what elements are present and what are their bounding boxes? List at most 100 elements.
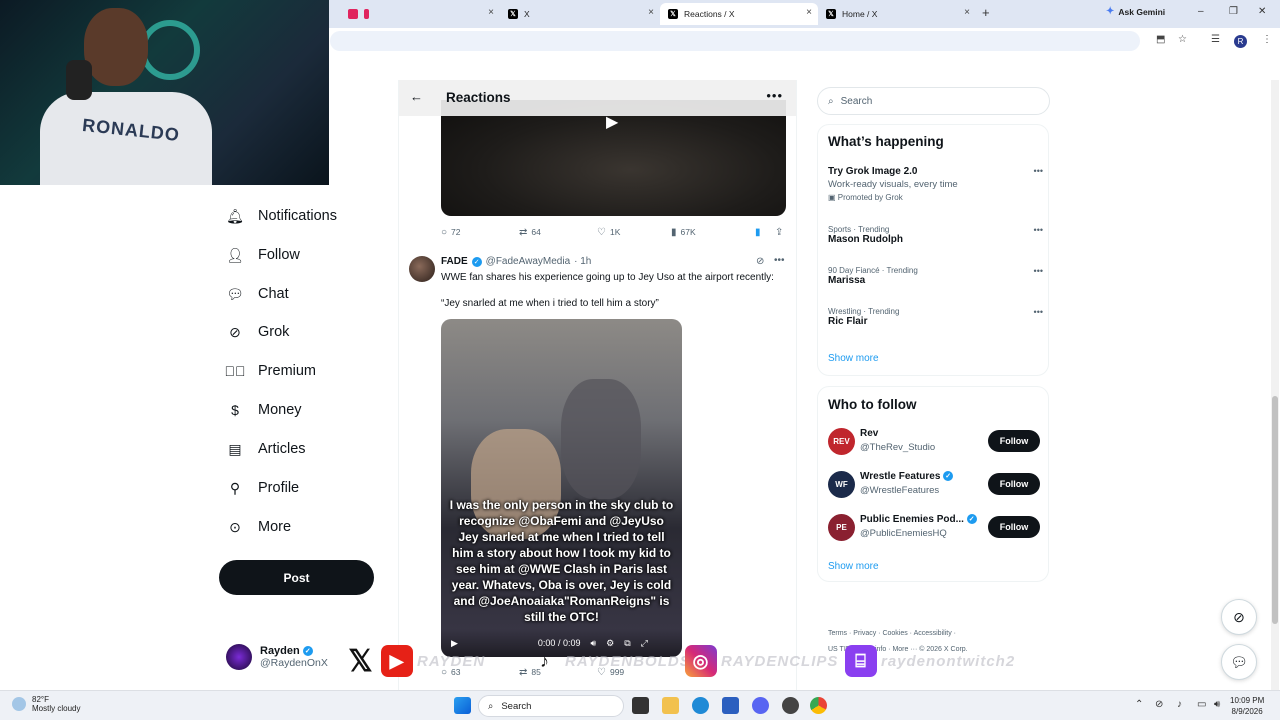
discord-icon[interactable] [752,697,769,714]
follow-button[interactable]: Follow [988,516,1040,538]
more-options-icon[interactable]: ••• [1034,166,1043,176]
nav-item-money[interactable]: $ Money [226,398,301,422]
tab-close-icon[interactable]: × [806,7,812,18]
nav-item-grok[interactable]: ⊘ Grok [226,320,289,344]
nav-item-chat[interactable]: 💬︎ Chat [226,282,289,306]
gemini-icon: ✦ [1106,6,1115,17]
reading-list-icon[interactable]: ☰ [1211,34,1220,45]
post-button[interactable]: Post [219,560,374,595]
windows-start-icon[interactable] [454,697,471,714]
weather-widget[interactable]: 82°F Mostly cloudy [12,695,80,713]
follow-button[interactable]: Follow [988,473,1040,495]
maximize-button[interactable]: ❐ [1229,6,1238,17]
back-arrow-icon[interactable]: ← [410,89,423,104]
show-more-link[interactable]: Show more [828,561,879,572]
avatar[interactable]: PE [828,514,855,541]
chevron-up-icon[interactable]: ⌃ [1135,699,1143,710]
author-name[interactable]: FADE [441,256,468,267]
network-icon[interactable]: ⊘ [1155,699,1163,710]
minimize-button[interactable]: – [1198,6,1204,17]
nav-item-profile[interactable]: ⚲ Profile [226,476,299,500]
ask-gemini-button[interactable]: ✦ Ask Gemini [1106,6,1165,17]
show-more-link[interactable]: Show more [828,353,879,364]
reply-button[interactable]: ○ 72 [441,227,519,238]
messages-float-button[interactable]: 💬︎ [1221,644,1257,680]
scrollbar-thumb[interactable] [1272,396,1278,624]
more-options-icon[interactable]: ••• [1034,307,1043,317]
tab-close-icon[interactable]: × [648,7,654,18]
video-player[interactable]: I was the only person in the sky club to… [441,319,682,657]
address-bar[interactable] [330,31,1140,51]
avatar[interactable] [409,256,435,282]
bookmark-star-icon[interactable]: ☆ [1178,34,1187,45]
store-icon[interactable] [722,697,739,714]
install-app-icon[interactable]: ⬒ [1156,34,1165,45]
page-scrollbar[interactable] [1271,80,1279,690]
nav-item-premium[interactable]: ✓⃝ Premium [225,359,317,383]
task-view-icon[interactable] [632,697,649,714]
trend-item[interactable]: 90 Day Fiancé · Trending Marissa ••• [828,266,1043,286]
grok-icon[interactable]: ⊘ [756,256,764,267]
tab-close-icon[interactable]: × [488,7,494,18]
suggestion-name: Rev [860,428,879,439]
nav-item-follow[interactable]: 👤︎ Follow [226,243,300,267]
author-handle[interactable]: @FadeAwayMedia [486,256,570,267]
taskbar-search[interactable]: ⌕ Search [478,695,624,717]
trend-item[interactable]: Sports · Trending Mason Rudolph ••• [828,225,1043,245]
video-player[interactable]: ▶ [441,100,786,216]
ask-gemini-label: Ask Gemini [1118,6,1166,17]
nav-item-articles[interactable]: ▤ Articles [226,437,305,461]
repost-button[interactable]: ⇄ 64 [519,227,597,238]
grok-float-button[interactable]: ⊘ [1221,599,1257,635]
views-button[interactable]: ▮ 67K [671,227,755,238]
browser-profile-avatar[interactable]: R [1234,35,1247,48]
main-timeline[interactable]: ▶ ← Reactions ••• ○ 72 ⇄ 64 ♡ 1K ▮ 67K ▮ ⇪ F… [398,80,797,690]
edge-browser-icon[interactable] [692,697,709,714]
follow-button[interactable]: Follow [988,430,1040,452]
follow-suggestion[interactable]: REV Rev @TheRev_Studio Follow [828,426,1040,456]
chat-icon: 💬︎ [226,285,244,302]
avatar[interactable]: REV [828,428,855,455]
share-button[interactable]: ⇪ [775,227,783,238]
social-tiktok: ♪ RAYDENBOLDS1 [529,644,700,678]
tab-close-icon[interactable]: × [964,7,970,18]
suggestion-name: Wrestle Features [860,471,941,482]
more-options-icon[interactable]: ••• [1034,266,1043,276]
close-window-button[interactable]: ✕ [1258,6,1266,17]
post-time[interactable]: · 1h [574,256,591,267]
more-options-icon[interactable]: ••• [1034,225,1043,235]
system-clock[interactable]: 10:09 PM 8/9/2026 [1230,695,1264,717]
browser-tab-1[interactable]: × [340,3,500,25]
follow-suggestion[interactable]: PE Public Enemies Pod... ✓ @PublicEnemie… [828,512,1040,542]
nav-label: More [258,519,292,535]
file-explorer-icon[interactable] [662,697,679,714]
account-handle: @RaydenOnX [260,657,328,669]
views-chart-icon: ▮ [671,226,677,238]
section-title: What’s happening [828,134,944,149]
webcam-overlay: RONALDO [0,0,329,185]
display-icon[interactable]: ▭ [1197,699,1206,710]
browser-tab-4[interactable]: 𝕏 Home / X × [818,3,976,25]
trend-item[interactable]: Wrestling · Trending Ric Flair ••• [828,307,1043,327]
new-tab-button[interactable]: + [982,5,990,20]
nav-item-notifications[interactable]: 🔔︎ Notifications [226,204,337,228]
more-options-icon[interactable]: ••• [766,88,783,103]
chrome-icon[interactable] [810,697,827,714]
nav-item-more[interactable]: ⊙ More [226,515,291,539]
avatar[interactable]: WF [828,471,855,498]
bookmark-button[interactable]: ▮ [755,227,775,238]
browser-menu-icon[interactable]: ⋮ [1262,34,1272,45]
account-switcher[interactable]: Rayden ✓ @RaydenOnX [226,644,328,670]
search-input[interactable]: ⌕ Search [817,87,1050,115]
microphone-icon[interactable]: ♪ [1177,699,1182,710]
trend-item[interactable]: Try Grok Image 2.0 Work-ready visuals, e… [828,166,1043,202]
browser-tab-3-active[interactable]: 𝕏 Reactions / X × [660,3,818,25]
more-options-icon[interactable]: ••• [774,255,785,266]
browser-tab-2[interactable]: 𝕏 X × [500,3,660,25]
post-text: WWE fan shares his experience going up t… [441,272,774,283]
obs-icon[interactable] [782,697,799,714]
share-icon: ⇪ [775,226,784,238]
follow-suggestion[interactable]: WF Wrestle Features ✓ @WrestleFeatures F… [828,469,1040,499]
volume-icon[interactable]: 🔊︎ [1214,699,1220,710]
like-button[interactable]: ♡ 1K [597,227,671,238]
